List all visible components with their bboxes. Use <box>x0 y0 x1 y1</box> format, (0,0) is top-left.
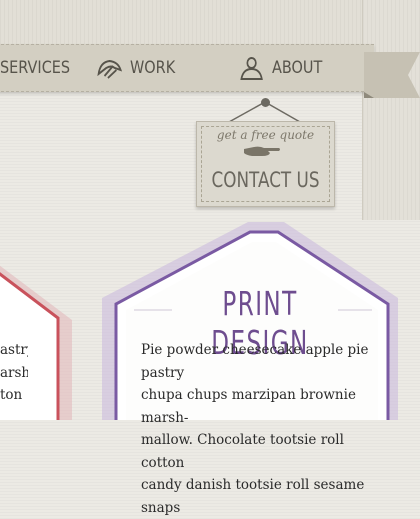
left-line-1: astry <box>0 342 28 358</box>
print-line-2: chupa chups marzipan brownie marsh- <box>141 387 356 426</box>
left-line-3: ton <box>0 387 23 403</box>
print-line-1: Pie powder cheesecake apple pie pastry <box>141 342 369 381</box>
left-card-description: astry arsh- ton <box>0 339 28 407</box>
left-line-2: arsh- <box>0 364 28 381</box>
print-line-3: mallow. Chocolate tootsie roll cotton <box>141 432 344 471</box>
print-line-4: candy danish tootsie roll sesame snaps <box>141 477 365 516</box>
print-design-description: Pie powder cheesecake apple pie pastry c… <box>141 339 371 519</box>
